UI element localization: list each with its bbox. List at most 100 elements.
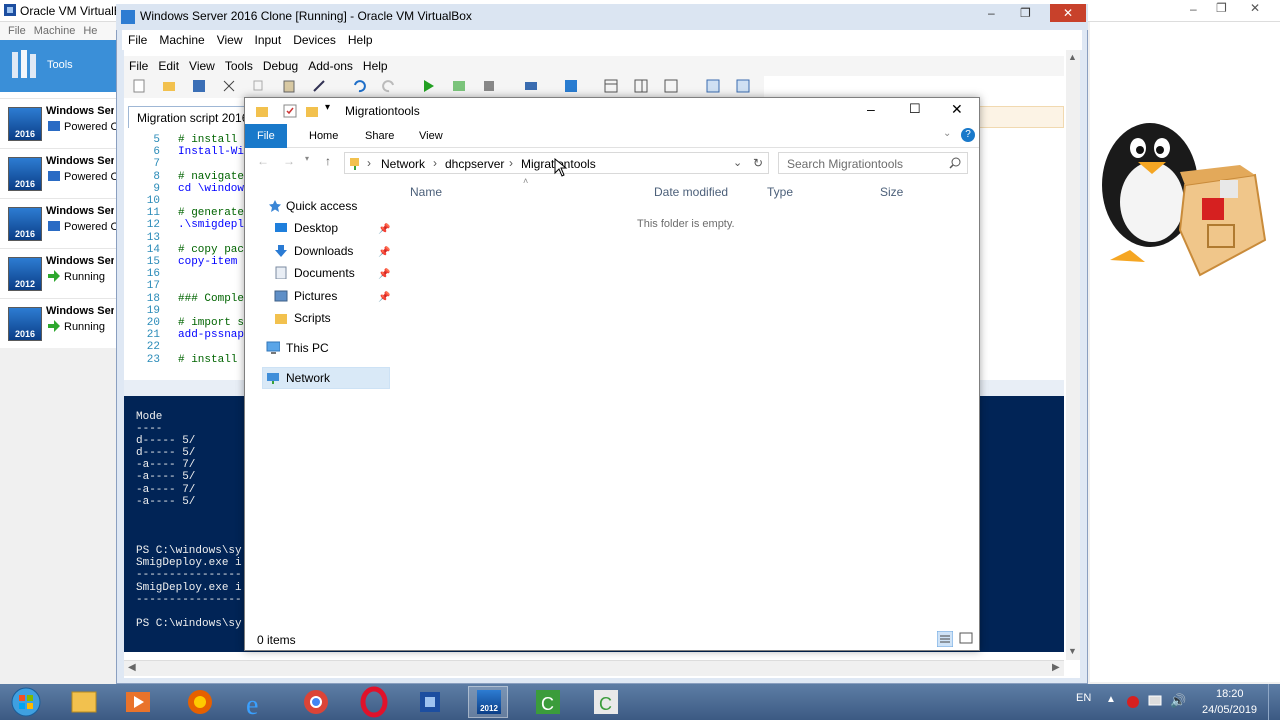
refresh-icon[interactable]: ↻ (753, 156, 763, 170)
clear-console-icon[interactable] (312, 79, 326, 93)
nav-item-desktop[interactable]: Desktop (274, 218, 384, 238)
help-icon[interactable]: ? (961, 128, 975, 142)
pin-icon[interactable]: 📌 (378, 292, 390, 303)
up-icon[interactable]: ↑ (325, 154, 331, 168)
vm-list-item[interactable]: 2016 Windows Ser Powered Of (0, 198, 116, 248)
new-file-icon[interactable] (132, 79, 146, 93)
ribbon-tab-share[interactable]: Share (353, 124, 406, 148)
vm-menu-devices[interactable]: Devices (293, 30, 336, 50)
show-hidden-icons-icon[interactable]: ▲ (1106, 694, 1116, 705)
paste-icon[interactable] (282, 79, 296, 93)
redo-icon[interactable] (382, 79, 396, 93)
nav-quick-access[interactable]: Quick access (268, 196, 388, 216)
layout-top-icon[interactable] (604, 79, 618, 93)
vm-close-icon[interactable]: ✕ (1050, 4, 1086, 22)
run-selection-icon[interactable] (452, 79, 466, 93)
scroll-down-icon[interactable]: ▼ (1068, 646, 1077, 656)
tools-item[interactable]: Tools (0, 40, 116, 92)
ise-menu-help[interactable]: Help (363, 56, 388, 76)
save-icon[interactable] (192, 79, 206, 93)
virtualbox-taskbar-icon[interactable] (410, 686, 450, 718)
chrome-taskbar-icon[interactable] (296, 686, 336, 718)
column-date-modified[interactable]: Date modified (654, 185, 728, 199)
camtasia-taskbar-icon[interactable]: C (528, 686, 568, 718)
volume-icon[interactable]: 🔊 (1170, 693, 1186, 709)
nav-item-downloads[interactable]: Downloads (274, 241, 384, 261)
clock-time[interactable]: 18:20 (1216, 688, 1244, 700)
ise-menu-file[interactable]: File (129, 56, 148, 76)
clock-date[interactable]: 24/05/2019 (1202, 704, 1257, 716)
cut-icon[interactable] (222, 79, 236, 93)
script-tab[interactable]: Migration script 2016 (128, 106, 248, 128)
internet-explorer-taskbar-icon[interactable]: e (238, 686, 278, 718)
maximize-icon[interactable]: ❐ (1216, 1, 1227, 15)
vm-menu-input[interactable]: Input (255, 30, 282, 50)
language-indicator[interactable]: EN (1076, 692, 1091, 704)
pin-icon[interactable]: 📌 (378, 224, 390, 235)
nav-network[interactable]: Network (266, 368, 386, 388)
vm-minimize-icon[interactable]: – (988, 6, 995, 20)
vertical-scrollbar[interactable]: ▲ ▼ (1066, 50, 1080, 660)
start-button-icon[interactable] (8, 686, 44, 718)
ise-menu-edit[interactable]: Edit (158, 56, 179, 76)
manager-menu-file[interactable]: File (8, 25, 26, 37)
file-explorer-taskbar-icon[interactable] (64, 686, 104, 718)
vm-menu-file[interactable]: File (128, 30, 147, 50)
vm-menu-view[interactable]: View (217, 30, 243, 50)
nav-this-pc[interactable]: This PC (266, 338, 386, 358)
pin-icon[interactable]: 📌 (378, 269, 390, 280)
layout-max-icon[interactable] (664, 79, 678, 93)
ise-menu-debug[interactable]: Debug (263, 56, 298, 76)
open-folder-icon[interactable] (162, 79, 176, 93)
close-icon[interactable]: ✕ (1250, 1, 1260, 15)
expand-ribbon-icon[interactable]: ⌄ (943, 128, 951, 139)
vm-list-item[interactable]: 2016 Windows Ser Powered Of (0, 148, 116, 198)
large-icons-view-icon[interactable] (959, 631, 973, 645)
vm-menu-machine[interactable]: Machine (159, 30, 204, 50)
vm-list-item[interactable]: 2016 Windows Ser Powered Of (0, 98, 116, 148)
properties-icon[interactable] (283, 104, 297, 118)
camtasia-recorder-taskbar-icon[interactable]: C (586, 686, 626, 718)
show-desktop-button[interactable] (1268, 684, 1280, 720)
powershell-console-icon[interactable] (564, 79, 578, 93)
remote-powershell-icon[interactable] (524, 79, 538, 93)
address-dropdown-icon[interactable]: ⌄ (733, 156, 742, 169)
copy-icon[interactable] (252, 79, 266, 93)
media-player-taskbar-icon[interactable] (118, 686, 158, 718)
quick-access-toolbar-dropdown-icon[interactable]: ▾ (325, 102, 330, 113)
pin-icon[interactable]: 📌 (378, 247, 390, 258)
nav-item-documents[interactable]: Documents (274, 263, 384, 283)
explorer-close-icon[interactable]: ✕ (951, 101, 963, 118)
vm-list-item[interactable]: 2012 Windows Ser Running (0, 248, 116, 298)
scroll-left-icon[interactable]: ◀ (128, 662, 136, 673)
nav-item-scripts[interactable]: Scripts (274, 308, 384, 328)
vm-menu-help[interactable]: Help (348, 30, 373, 50)
ribbon-tab-view[interactable]: View (407, 124, 455, 148)
scroll-up-icon[interactable]: ▲ (1068, 52, 1077, 62)
stop-icon[interactable] (482, 79, 496, 93)
firefox-taskbar-icon[interactable] (180, 686, 220, 718)
new-folder-icon[interactable] (305, 104, 319, 118)
ise-menu-addons[interactable]: Add-ons (308, 56, 353, 76)
breadcrumb-network[interactable]: Network (381, 157, 425, 171)
undo-icon[interactable] (352, 79, 366, 93)
recent-locations-icon[interactable]: ▾ (305, 154, 309, 163)
column-type[interactable]: Type (767, 185, 793, 199)
network-tray-icon[interactable] (1148, 695, 1164, 709)
run-script-icon[interactable] (422, 79, 436, 93)
ise-menu-view[interactable]: View (189, 56, 215, 76)
vm-2012-taskbar-button[interactable]: 2012 (468, 686, 508, 718)
layout-right-icon[interactable] (634, 79, 648, 93)
vm-list-item[interactable]: 2016 Windows Ser Running (0, 298, 116, 348)
minimize-icon[interactable]: – (1190, 2, 1197, 16)
details-view-icon[interactable] (937, 631, 953, 647)
column-name[interactable]: Name (410, 185, 442, 199)
forward-icon[interactable]: → (283, 154, 295, 168)
security-alert-icon[interactable] (1126, 695, 1140, 709)
scroll-right-icon[interactable]: ▶ (1052, 662, 1060, 673)
horizontal-scrollbar[interactable]: ◀ ▶ (124, 660, 1064, 676)
search-box[interactable]: Search Migrationtools (778, 152, 968, 174)
ribbon-tab-home[interactable]: Home (297, 124, 350, 148)
opera-taskbar-icon[interactable] (354, 686, 394, 718)
nav-item-pictures[interactable]: Pictures (274, 286, 384, 306)
